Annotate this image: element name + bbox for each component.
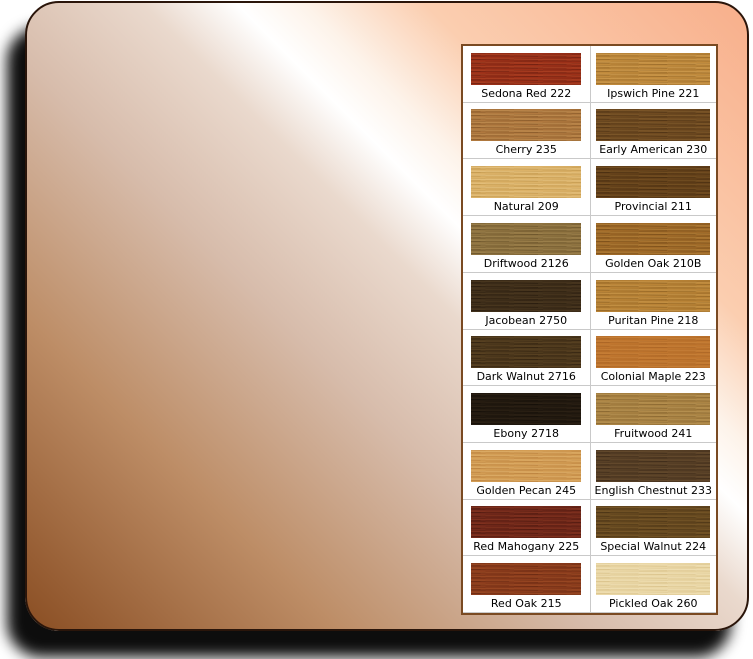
stain-label: Ebony 2718 — [493, 426, 559, 441]
stain-cell[interactable]: Cherry 235 — [463, 103, 590, 160]
stain-label: Provincial 211 — [615, 199, 692, 214]
stain-swatch-image[interactable] — [471, 563, 581, 595]
stain-label: Colonial Maple 223 — [601, 369, 706, 384]
stain-label: Jacobean 2750 — [485, 313, 567, 328]
stain-cell[interactable]: Jacobean 2750 — [463, 273, 590, 330]
stain-swatch-image[interactable] — [471, 336, 581, 368]
stain-cell[interactable]: Special Walnut 224 — [590, 500, 717, 557]
app-window: Sedona Red 222 Ipswich Pine 221 Cherry 2… — [25, 1, 749, 631]
stain-swatch-image[interactable] — [471, 280, 581, 312]
stain-label: Natural 209 — [494, 199, 559, 214]
stain-label: Pickled Oak 260 — [609, 596, 697, 611]
stain-cell[interactable]: Early American 230 — [590, 103, 717, 160]
stain-swatch-image[interactable] — [596, 450, 710, 482]
stain-label: Golden Oak 210B — [605, 256, 701, 271]
stain-swatch-image[interactable] — [596, 393, 710, 425]
stain-label: English Chestnut 233 — [595, 483, 712, 498]
stain-label: Red Oak 215 — [491, 596, 562, 611]
stain-swatch-image[interactable] — [596, 166, 710, 198]
stain-swatch-image[interactable] — [596, 336, 710, 368]
stain-cell[interactable]: Golden Pecan 245 — [463, 443, 590, 500]
stain-swatch-image[interactable] — [471, 393, 581, 425]
stain-cell[interactable]: Driftwood 2126 — [463, 216, 590, 273]
stain-label: Cherry 235 — [496, 142, 557, 157]
stain-label: Sedona Red 222 — [481, 86, 571, 101]
stain-swatch-image[interactable] — [471, 506, 581, 538]
stain-swatch-image[interactable] — [596, 223, 710, 255]
stain-swatch-image[interactable] — [596, 280, 710, 312]
stain-label: Driftwood 2126 — [484, 256, 569, 271]
stain-swatch-image[interactable] — [471, 109, 581, 141]
stain-swatch-image[interactable] — [471, 53, 581, 85]
stain-label: Early American 230 — [599, 142, 707, 157]
stain-cell[interactable]: Golden Oak 210B — [590, 216, 717, 273]
stain-swatch-image[interactable] — [596, 563, 710, 595]
stain-swatch-image[interactable] — [471, 223, 581, 255]
stain-label: Ipswich Pine 221 — [607, 86, 699, 101]
stain-label: Special Walnut 224 — [600, 539, 706, 554]
stain-label: Puritan Pine 218 — [608, 313, 698, 328]
stain-cell[interactable]: Provincial 211 — [590, 159, 717, 216]
stain-cell[interactable]: Fruitwood 241 — [590, 386, 717, 443]
stain-swatch-image[interactable] — [471, 450, 581, 482]
stain-label: Fruitwood 241 — [614, 426, 692, 441]
stain-swatch-image[interactable] — [471, 166, 581, 198]
stain-cell[interactable]: Dark Walnut 2716 — [463, 330, 590, 387]
stain-label: Red Mahogany 225 — [473, 539, 579, 554]
stain-label: Dark Walnut 2716 — [477, 369, 576, 384]
stain-cell[interactable]: Ebony 2718 — [463, 386, 590, 443]
stain-cell[interactable]: Red Mahogany 225 — [463, 500, 590, 557]
stain-label: Golden Pecan 245 — [476, 483, 576, 498]
stain-cell[interactable]: Red Oak 215 — [463, 556, 590, 613]
page: { "page": { "background": "#ffffff" }, "… — [0, 0, 753, 659]
stain-cell[interactable]: Pickled Oak 260 — [590, 556, 717, 613]
stain-chart-panel: Sedona Red 222 Ipswich Pine 221 Cherry 2… — [461, 44, 718, 615]
stain-cell[interactable]: Natural 209 — [463, 159, 590, 216]
stain-cell[interactable]: English Chestnut 233 — [590, 443, 717, 500]
stain-cell[interactable]: Colonial Maple 223 — [590, 330, 717, 387]
stain-cell[interactable]: Ipswich Pine 221 — [590, 46, 717, 103]
stain-swatch-image[interactable] — [596, 53, 710, 85]
stain-swatch-image[interactable] — [596, 109, 710, 141]
stain-cell[interactable]: Sedona Red 222 — [463, 46, 590, 103]
stain-cell[interactable]: Puritan Pine 218 — [590, 273, 717, 330]
stain-swatch-image[interactable] — [596, 506, 710, 538]
